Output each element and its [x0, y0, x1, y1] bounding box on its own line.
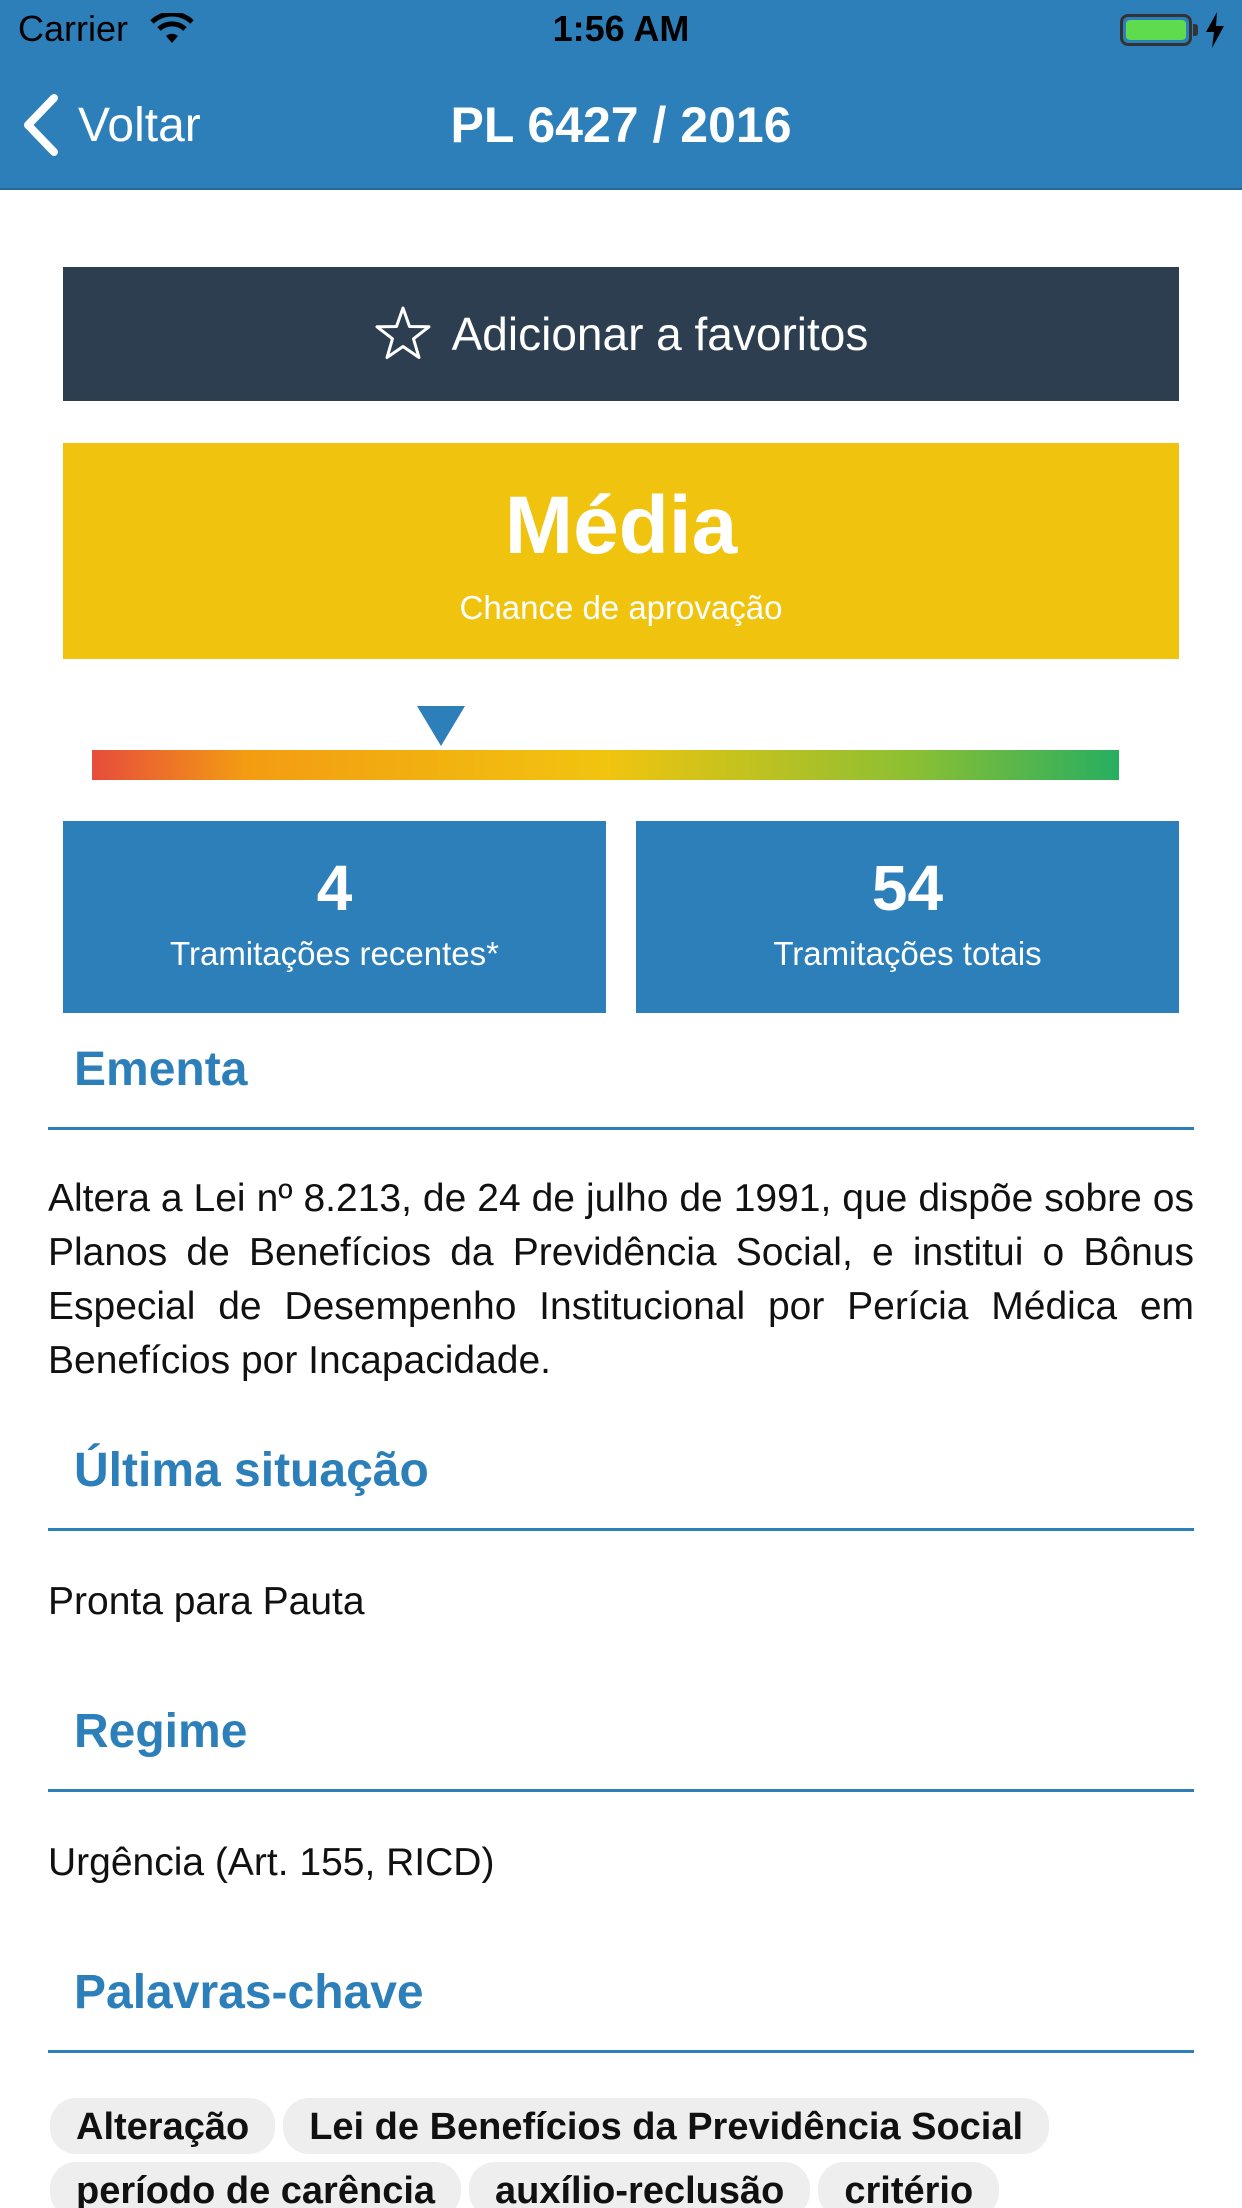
keywords-heading: Palavras-chave — [74, 1966, 424, 2019]
approval-chance-box: Média Chance de aprovação — [63, 443, 1179, 659]
keyword-tag[interactable]: Alteração — [50, 2098, 276, 2154]
keyword-tag[interactable]: critério — [818, 2162, 1000, 2208]
scale-marker-icon — [417, 706, 466, 746]
keyword-tag[interactable]: período de carência — [50, 2162, 462, 2208]
keyword-tag[interactable]: auxílio-reclusão — [469, 2162, 811, 2208]
keyword-tag[interactable]: Lei de Benefícios da Previdência Social — [283, 2098, 1050, 2154]
navigation-bar: Carrier 1:56 AM Voltar PL 6427 / 2016 — [0, 0, 1242, 190]
regime-heading: Regime — [74, 1705, 248, 1758]
recent-proceedings-card: 4 Tramitações recentes* — [63, 821, 606, 1013]
charging-bolt-icon — [1206, 12, 1224, 48]
add-favorite-label: Adicionar a favoritos — [451, 308, 869, 360]
total-proceedings-count: 54 — [871, 852, 944, 924]
situacao-heading: Última situação — [74, 1444, 429, 1497]
situacao-text: Pronta para Pauta — [48, 1580, 365, 1623]
battery-cap — [1193, 24, 1198, 36]
battery-icon — [1120, 14, 1192, 46]
ementa-text: Altera a Lei nº 8.213, de 24 de julho de… — [48, 1177, 1194, 1382]
approval-scale-bar — [92, 750, 1119, 780]
keywords-divider — [48, 2050, 1194, 2053]
add-favorite-button[interactable]: Adicionar a favoritos — [63, 267, 1179, 401]
star-icon — [375, 306, 431, 359]
page-title: PL 6427 / 2016 — [450, 97, 792, 153]
status-bar: Carrier 1:56 AM — [0, 0, 1242, 60]
recent-proceedings-count: 4 — [316, 852, 353, 924]
regime-divider — [48, 1789, 1194, 1792]
ementa-divider — [48, 1127, 1194, 1130]
approval-chance-label: Chance de aprovação — [459, 589, 783, 627]
total-proceedings-card: 54 Tramitações totais — [636, 821, 1179, 1013]
situacao-divider — [48, 1528, 1194, 1531]
approval-chance-value: Média — [504, 480, 738, 571]
total-proceedings-label: Tramitações totais — [773, 935, 1042, 973]
recent-proceedings-label: Tramitações recentes* — [170, 935, 499, 973]
keyword-tags: Alteração Lei de Benefícios da Previdênc… — [50, 2098, 1200, 2208]
ementa-heading: Ementa — [74, 1043, 248, 1096]
clock: 1:56 AM — [552, 8, 690, 49]
regime-text: Urgência (Art. 155, RICD) — [48, 1841, 495, 1884]
